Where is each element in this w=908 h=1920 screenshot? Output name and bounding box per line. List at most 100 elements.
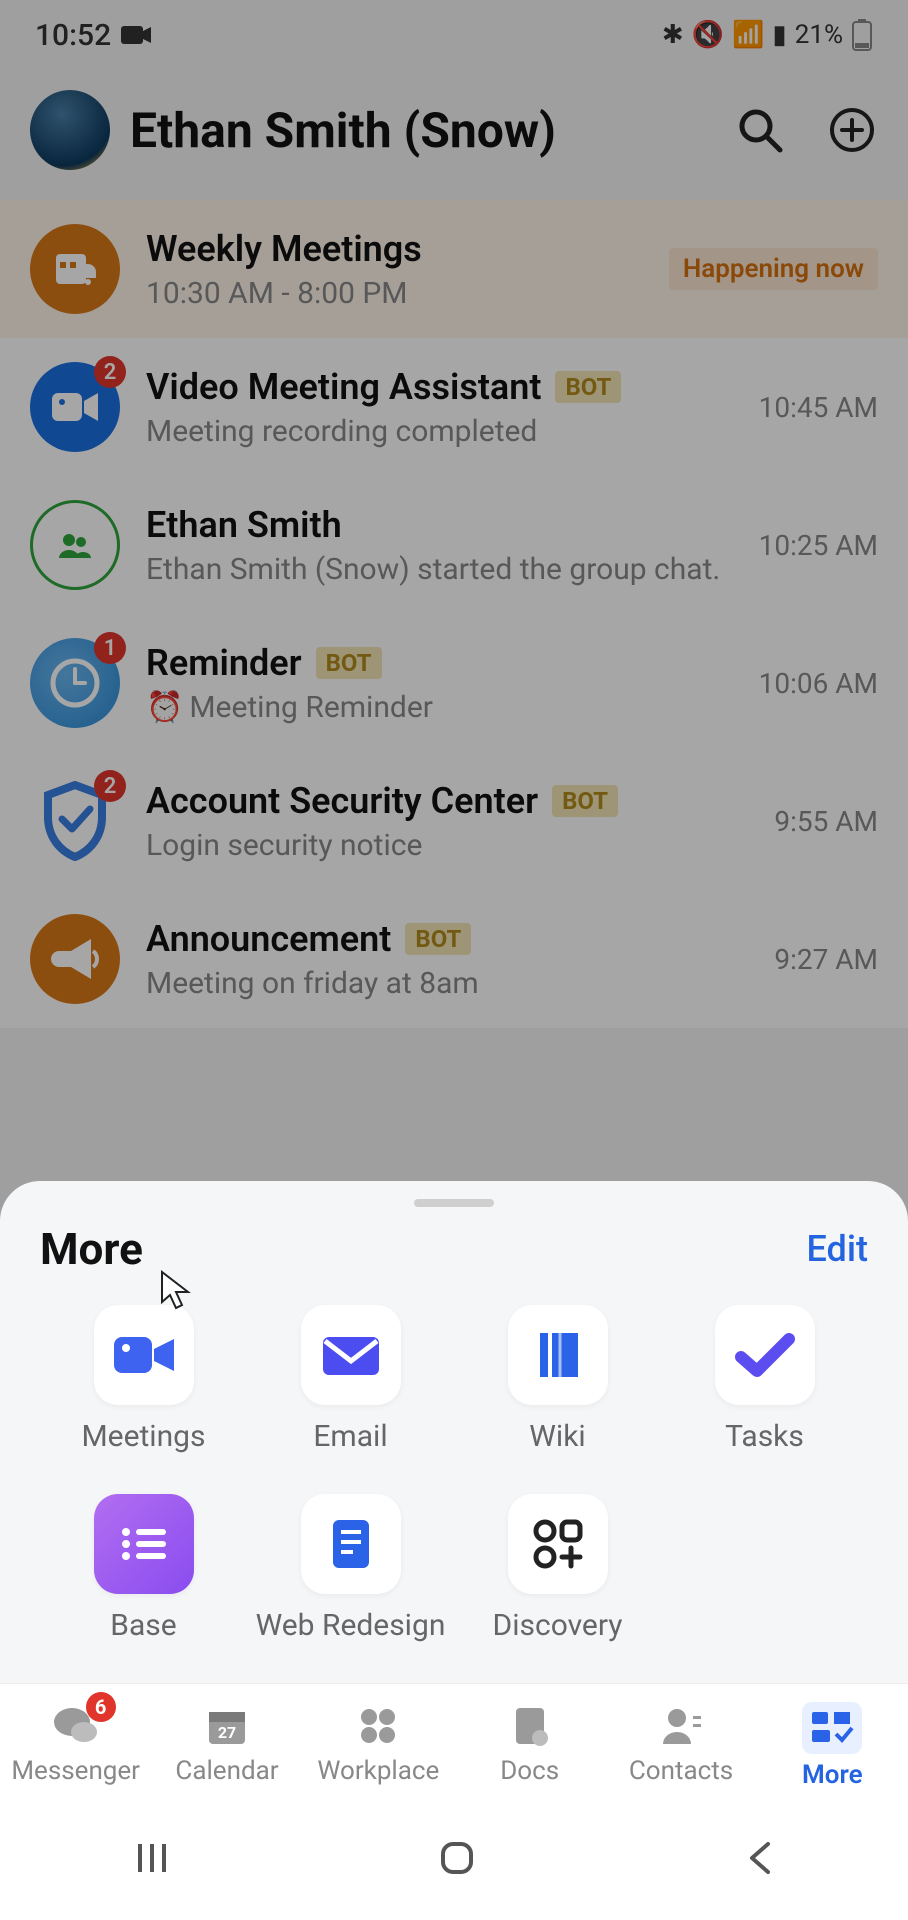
nav-more[interactable]: More bbox=[757, 1702, 908, 1790]
add-button[interactable] bbox=[826, 104, 878, 156]
camera-icon bbox=[121, 24, 151, 46]
app-label: Web Redesign bbox=[256, 1608, 446, 1643]
wiki-icon bbox=[530, 1327, 586, 1383]
svg-text:27: 27 bbox=[218, 1723, 236, 1742]
nav-label: Contacts bbox=[629, 1756, 733, 1786]
unread-badge: 1 bbox=[94, 632, 126, 664]
contacts-icon bbox=[659, 1706, 703, 1746]
chat-subtitle: Meeting recording completed bbox=[146, 414, 721, 449]
nav-label: Workplace bbox=[317, 1756, 439, 1786]
chat-row-ethan-smith[interactable]: Ethan Smith Ethan Smith (Snow) started t… bbox=[0, 476, 908, 614]
nav-label: Messenger bbox=[11, 1756, 140, 1786]
bottom-nav: 6 Messenger 27 Calendar Workplace Docs bbox=[0, 1683, 908, 1800]
nav-label: Calendar bbox=[175, 1756, 278, 1786]
nav-calendar[interactable]: 27 Calendar bbox=[151, 1702, 302, 1790]
status-time: 10:52 bbox=[35, 18, 111, 53]
bot-badge: BOT bbox=[555, 371, 621, 403]
plus-circle-icon bbox=[828, 106, 876, 154]
unread-badge: 2 bbox=[94, 770, 126, 802]
app-base[interactable]: Base bbox=[40, 1494, 247, 1643]
system-nav bbox=[0, 1800, 908, 1920]
app-label: Email bbox=[313, 1419, 387, 1454]
nav-label: Docs bbox=[500, 1756, 559, 1786]
chat-row-weekly-meetings[interactable]: Weekly Meetings 10:30 AM - 8:00 PM Happe… bbox=[0, 200, 908, 338]
group-icon bbox=[30, 500, 120, 590]
chat-row-announcement[interactable]: Announcement BOT Meeting on friday at 8a… bbox=[0, 890, 908, 1028]
app-discovery[interactable]: Discovery bbox=[454, 1494, 661, 1643]
chat-title: Ethan Smith bbox=[146, 504, 342, 546]
chat-row-reminder[interactable]: 1 Reminder BOT ⏰ Meeting Reminder 10:06 … bbox=[0, 614, 908, 752]
header-title: Ethan Smith (Snow) bbox=[130, 102, 714, 159]
chat-subtitle: Ethan Smith (Snow) started the group cha… bbox=[146, 552, 721, 587]
chat-title: Video Meeting Assistant bbox=[146, 366, 541, 408]
search-icon bbox=[736, 106, 784, 154]
sheet-title: More bbox=[40, 1223, 143, 1275]
profile-avatar[interactable] bbox=[30, 90, 110, 170]
back-icon bbox=[744, 1838, 774, 1878]
calendar-bell-icon bbox=[30, 224, 120, 314]
nav-workplace[interactable]: Workplace bbox=[303, 1702, 454, 1790]
bluetooth-icon: ✱ bbox=[662, 20, 684, 50]
chat-title: Weekly Meetings bbox=[146, 228, 422, 270]
shield-icon: 2 bbox=[30, 776, 120, 866]
nav-badge: 6 bbox=[86, 1692, 116, 1722]
chat-subtitle: ⏰ Meeting Reminder bbox=[146, 690, 721, 725]
bot-badge: BOT bbox=[552, 785, 618, 817]
chat-subtitle: Login security notice bbox=[146, 828, 736, 863]
list-icon bbox=[118, 1524, 170, 1564]
more-apps-icon bbox=[810, 1710, 854, 1746]
recent-icon bbox=[134, 1840, 170, 1876]
status-bar: 10:52 ✱ 🔇 📶 ▮ 21% bbox=[0, 0, 908, 70]
app-label: Discovery bbox=[493, 1608, 623, 1643]
calendar-icon: 27 bbox=[205, 1704, 249, 1748]
chat-title: Account Security Center bbox=[146, 780, 538, 822]
nav-docs[interactable]: Docs bbox=[454, 1702, 605, 1790]
sheet-handle[interactable] bbox=[414, 1199, 494, 1207]
edit-button[interactable]: Edit bbox=[807, 1228, 868, 1270]
app-header: Ethan Smith (Snow) bbox=[0, 70, 908, 200]
chat-subtitle: 10:30 AM - 8:00 PM bbox=[146, 276, 643, 311]
more-sheet: More Edit Meetings Email Wiki Tasks bbox=[0, 1181, 908, 1920]
search-button[interactable] bbox=[734, 104, 786, 156]
bot-badge: BOT bbox=[405, 923, 471, 955]
app-tasks[interactable]: Tasks bbox=[661, 1305, 868, 1454]
clock-icon: 1 bbox=[30, 638, 120, 728]
app-label: Wiki bbox=[529, 1419, 585, 1454]
happening-now-badge: Happening now bbox=[669, 248, 878, 290]
app-wiki[interactable]: Wiki bbox=[454, 1305, 661, 1454]
apps-grid: Meetings Email Wiki Tasks Base bbox=[0, 1285, 908, 1683]
home-button[interactable] bbox=[437, 1838, 477, 1882]
unread-badge: 2 bbox=[94, 356, 126, 388]
signal-icon: ▮ bbox=[772, 20, 786, 50]
chat-time: 10:45 AM bbox=[759, 391, 878, 424]
document-icon bbox=[327, 1516, 375, 1572]
bot-badge: BOT bbox=[316, 647, 382, 679]
chat-time: 10:06 AM bbox=[759, 667, 878, 700]
chat-list: Weekly Meetings 10:30 AM - 8:00 PM Happe… bbox=[0, 200, 908, 1028]
battery-icon bbox=[851, 19, 873, 51]
chat-time: 10:25 AM bbox=[759, 529, 878, 562]
docs-icon bbox=[510, 1704, 550, 1748]
back-button[interactable] bbox=[744, 1838, 774, 1882]
nav-contacts[interactable]: Contacts bbox=[605, 1702, 756, 1790]
alarm-icon: ⏰ bbox=[146, 690, 183, 725]
app-meetings[interactable]: Meetings bbox=[40, 1305, 247, 1454]
battery-text: 21% bbox=[795, 20, 843, 50]
chat-row-video-assistant[interactable]: 2 Video Meeting Assistant BOT Meeting re… bbox=[0, 338, 908, 476]
app-label: Tasks bbox=[725, 1419, 804, 1454]
chat-title: Reminder bbox=[146, 642, 302, 684]
app-label: Meetings bbox=[81, 1419, 205, 1454]
chat-row-security[interactable]: 2 Account Security Center BOT Login secu… bbox=[0, 752, 908, 890]
nav-messenger[interactable]: 6 Messenger bbox=[0, 1702, 151, 1790]
recent-apps-button[interactable] bbox=[134, 1840, 170, 1880]
mute-icon: 🔇 bbox=[692, 20, 724, 50]
home-icon bbox=[437, 1838, 477, 1878]
checkmark-icon bbox=[735, 1331, 795, 1379]
video-icon: 2 bbox=[30, 362, 120, 452]
app-email[interactable]: Email bbox=[247, 1305, 454, 1454]
wifi-icon: 📶 bbox=[732, 20, 764, 50]
video-camera-icon bbox=[112, 1331, 176, 1379]
chat-time: 9:27 AM bbox=[774, 943, 878, 976]
discovery-icon bbox=[531, 1517, 585, 1571]
app-web-redesign[interactable]: Web Redesign bbox=[247, 1494, 454, 1643]
